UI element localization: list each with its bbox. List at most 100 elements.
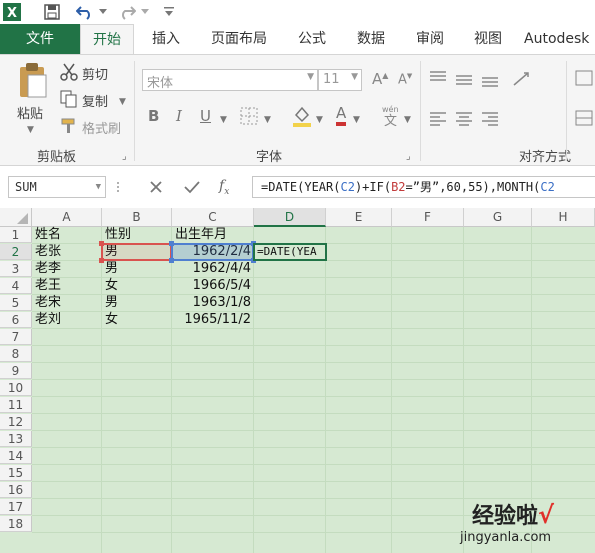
select-all-corner[interactable] bbox=[0, 208, 32, 227]
column-header-a[interactable]: A bbox=[32, 208, 102, 227]
cell-b4[interactable]: 女 bbox=[105, 278, 171, 294]
paste-dropdown-icon[interactable]: ▼ bbox=[27, 121, 34, 139]
cell-b5[interactable]: 男 bbox=[105, 295, 171, 311]
row-header-18[interactable]: 18 bbox=[0, 516, 32, 532]
tab-autodesk[interactable]: Autodesk bbox=[524, 24, 595, 54]
cell-b1[interactable]: 性别 bbox=[105, 227, 171, 243]
redo-dropdown-icon[interactable] bbox=[140, 2, 150, 22]
insert-function-icon[interactable]: fx bbox=[219, 178, 237, 197]
save-icon[interactable] bbox=[42, 2, 62, 22]
column-header-h[interactable]: H bbox=[532, 208, 595, 227]
row-header-9[interactable]: 9 bbox=[0, 363, 32, 379]
name-box[interactable]: SUM ▼ bbox=[8, 176, 106, 198]
wrap-merge-icons[interactable] bbox=[574, 69, 594, 133]
cell-c2[interactable]: 1962/2/4 bbox=[172, 244, 253, 260]
cell-d2-editor[interactable]: =DATE(YEA bbox=[257, 245, 325, 259]
copy-dropdown-icon[interactable]: ▼ bbox=[119, 93, 126, 111]
font-launcher-icon[interactable]: ⌟ bbox=[406, 148, 411, 166]
font-color-button[interactable]: A bbox=[336, 105, 347, 126]
tab-insert[interactable]: 插入 bbox=[140, 24, 192, 54]
cell-c1[interactable]: 出生年月 bbox=[175, 227, 253, 243]
row-header-8[interactable]: 8 bbox=[0, 346, 32, 362]
font-name-dropdown-icon[interactable]: ▼ bbox=[307, 72, 314, 82]
formula-bar-grip-icon[interactable] bbox=[116, 180, 120, 194]
cell-a2[interactable]: 老张 bbox=[35, 244, 101, 260]
row-header-3[interactable]: 3 bbox=[0, 261, 32, 277]
tab-page-layout[interactable]: 页面布局 bbox=[200, 24, 278, 54]
underline-button[interactable]: U bbox=[200, 107, 211, 125]
undo-dropdown-icon[interactable] bbox=[98, 2, 108, 22]
tab-file[interactable]: 文件 bbox=[0, 24, 80, 54]
formula-input[interactable]: =DATE(YEAR(C2)+IF(B2=”男”,60,55),MONTH(C2 bbox=[252, 176, 595, 198]
redo-icon[interactable] bbox=[116, 2, 138, 22]
italic-button[interactable]: I bbox=[176, 107, 182, 125]
clipboard-paste-icon[interactable] bbox=[16, 61, 50, 101]
horizontal-align-icons[interactable] bbox=[428, 109, 518, 129]
column-header-d[interactable]: D bbox=[254, 208, 326, 227]
bold-button[interactable]: B bbox=[148, 107, 159, 125]
cell-a3[interactable]: 老李 bbox=[35, 261, 101, 277]
tab-view[interactable]: 视图 bbox=[462, 24, 514, 54]
shrink-font-button[interactable]: A▼ bbox=[398, 72, 412, 87]
row-header-5[interactable]: 5 bbox=[0, 295, 32, 311]
row-header-7[interactable]: 7 bbox=[0, 329, 32, 345]
cell-c6[interactable]: 1965/11/2 bbox=[172, 312, 253, 328]
cut-button[interactable]: 剪切 bbox=[82, 64, 108, 83]
font-color-dropdown-icon[interactable]: ▼ bbox=[353, 111, 360, 129]
row-header-4[interactable]: 4 bbox=[0, 278, 32, 294]
fill-color-icon[interactable] bbox=[292, 105, 312, 127]
grow-font-button[interactable]: A▲ bbox=[372, 70, 388, 88]
cell-b2[interactable]: 男 bbox=[105, 244, 171, 260]
copy-icon[interactable] bbox=[60, 90, 78, 108]
row-header-2[interactable]: 2 bbox=[0, 244, 32, 260]
enter-check-icon[interactable] bbox=[183, 179, 201, 195]
tab-home[interactable]: 开始 bbox=[80, 24, 134, 54]
row-header-14[interactable]: 14 bbox=[0, 448, 32, 464]
tab-formulas[interactable]: 公式 bbox=[286, 24, 338, 54]
row-header-13[interactable]: 13 bbox=[0, 431, 32, 447]
excel-app-icon[interactable]: X bbox=[2, 2, 22, 22]
underline-dropdown-icon[interactable]: ▼ bbox=[220, 111, 227, 129]
row-header-10[interactable]: 10 bbox=[0, 380, 32, 396]
row-header-12[interactable]: 12 bbox=[0, 414, 32, 430]
row-header-11[interactable]: 11 bbox=[0, 397, 32, 413]
cell-c5[interactable]: 1963/1/8 bbox=[172, 295, 253, 311]
column-header-c[interactable]: C bbox=[172, 208, 254, 227]
format-painter-icon[interactable] bbox=[60, 117, 78, 135]
font-name-select[interactable]: 宋体 ▼ bbox=[142, 69, 318, 91]
paste-button[interactable]: 粘贴 bbox=[17, 103, 43, 122]
cell-b3[interactable]: 男 bbox=[105, 261, 171, 277]
undo-icon[interactable] bbox=[74, 2, 96, 22]
row-header-17[interactable]: 17 bbox=[0, 499, 32, 515]
cell-a1[interactable]: 姓名 bbox=[35, 227, 101, 243]
font-size-select[interactable]: 11 ▼ bbox=[318, 69, 362, 91]
copy-button[interactable]: 复制 bbox=[82, 91, 108, 110]
font-size-dropdown-icon[interactable]: ▼ bbox=[351, 72, 358, 82]
row-header-16[interactable]: 16 bbox=[0, 482, 32, 498]
column-header-f[interactable]: F bbox=[392, 208, 464, 227]
reference-handle[interactable] bbox=[99, 258, 104, 263]
top-align-icons[interactable] bbox=[428, 69, 538, 89]
reference-handle[interactable] bbox=[99, 241, 104, 246]
borders-dropdown-icon[interactable]: ▼ bbox=[264, 111, 271, 129]
customize-toolbar-icon[interactable] bbox=[162, 2, 176, 22]
format-painter-button[interactable]: 格式刷 bbox=[82, 118, 121, 137]
cell-c3[interactable]: 1962/4/4 bbox=[172, 261, 253, 277]
scissors-icon[interactable] bbox=[60, 63, 78, 81]
fill-color-dropdown-icon[interactable]: ▼ bbox=[316, 111, 323, 129]
row-header-15[interactable]: 15 bbox=[0, 465, 32, 481]
cell-a6[interactable]: 老刘 bbox=[35, 312, 101, 328]
row-header-1[interactable]: 1 bbox=[0, 227, 32, 243]
tab-review[interactable]: 审阅 bbox=[404, 24, 456, 54]
clipboard-launcher-icon[interactable]: ⌟ bbox=[122, 148, 127, 166]
active-cell-d2[interactable]: =DATE(YEA bbox=[253, 243, 327, 261]
row-header-6[interactable]: 6 bbox=[0, 312, 32, 328]
column-header-e[interactable]: E bbox=[326, 208, 392, 227]
column-header-g[interactable]: G bbox=[464, 208, 532, 227]
column-header-b[interactable]: B bbox=[102, 208, 172, 227]
phonetic-dropdown-icon[interactable]: ▼ bbox=[404, 111, 411, 129]
reference-handle[interactable] bbox=[169, 258, 174, 263]
cell-c4[interactable]: 1966/5/4 bbox=[172, 278, 253, 294]
phonetic-guide-icon[interactable]: wén 文 bbox=[380, 103, 402, 129]
borders-icon[interactable] bbox=[240, 107, 258, 125]
